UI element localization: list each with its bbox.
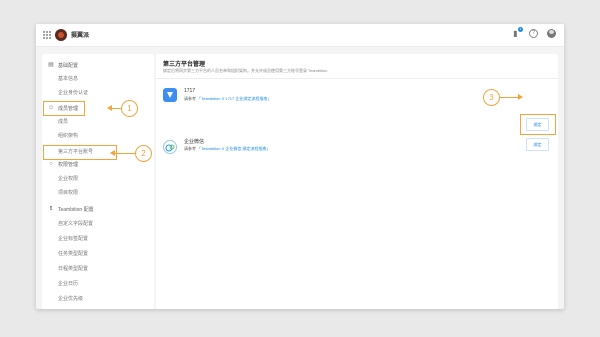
sidebar-item-project-permissions[interactable]: 项目权限 <box>58 189 78 196</box>
guide-link[interactable]: 「Teambition X 企业微信 绑定流程指南」 <box>197 146 270 151</box>
platform-guide: 请参考 「Teambition X 1717 企业绑定流程指南」 <box>184 96 271 102</box>
lock-icon: ○ <box>49 161 53 167</box>
sidebar: ▤ 基础配置 基本信息 企业身份认证 ☺ 成员管理 成员 组织架构 第三方平台账… <box>42 54 154 309</box>
sidebar-item-priority[interactable]: 企业优先级 <box>58 295 83 302</box>
1717-icon <box>163 88 177 102</box>
callout-arrowhead-2 <box>110 150 115 156</box>
sidebar-section-label: 权限管理 <box>58 162 79 168</box>
sidebar-item-event-types[interactable]: 日程类型配置 <box>58 265 88 272</box>
bind-button-1717[interactable]: 绑定 <box>526 118 549 131</box>
page-title: 第三方平台管理 <box>163 62 206 68</box>
sidebar-section-label: Teambition 配置 <box>58 207 94 213</box>
sidebar-item-custom-fields[interactable]: 自定义字段配置 <box>58 220 93 227</box>
callout-3: 3 <box>483 89 500 106</box>
teambition-icon: t <box>50 206 52 212</box>
org-logo <box>55 29 67 41</box>
wechat-work-icon <box>163 140 177 154</box>
app-grid-icon[interactable] <box>43 31 51 39</box>
user-avatar[interactable] <box>547 29 556 38</box>
guide-link[interactable]: 「Teambition X 1717 企业绑定流程指南」 <box>197 96 271 101</box>
sidebar-section-permissions[interactable]: ○ 权限管理 <box>42 159 154 171</box>
sidebar-item-task-types[interactable]: 任务类型配置 <box>58 250 88 257</box>
platform-guide: 请参考 「Teambition X 企业微信 绑定流程指南」 <box>184 146 270 152</box>
platform-row-wechat-work: 企业微信 请参考 「Teambition X 企业微信 绑定流程指南」 <box>156 136 558 156</box>
building-icon: ▤ <box>48 62 54 68</box>
sidebar-item-calendar[interactable]: 企业日历 <box>58 280 78 287</box>
help-icon[interactable]: ? <box>529 29 538 38</box>
callout-1: 1 <box>121 100 138 117</box>
org-name[interactable]: 摄翼派 <box>71 30 89 39</box>
platform-name: 企业微信 <box>184 139 205 145</box>
user-icon: ☺ <box>48 105 55 111</box>
top-right-actions: ▮ 3 ? <box>511 27 556 38</box>
sidebar-item-third-party[interactable]: 第三方平台账号 <box>58 148 93 155</box>
guide-prefix: 请参考 <box>184 96 196 101</box>
sidebar-item-verification[interactable]: 企业身份认证 <box>58 89 88 96</box>
sidebar-item-members[interactable]: 成员 <box>58 118 68 125</box>
sidebar-section-teambition[interactable]: t Teambition 配置 <box>42 204 154 216</box>
sidebar-section-basic[interactable]: ▤ 基础配置 <box>42 60 154 72</box>
callout-2: 2 <box>135 145 152 162</box>
platform-name: 1717 <box>184 88 196 94</box>
sidebar-item-basic-info[interactable]: 基本信息 <box>58 75 78 82</box>
sidebar-item-org-structure[interactable]: 组织架构 <box>58 132 78 139</box>
app-window: 摄翼派 ▮ 3 ? ▤ 基础配置 基本信息 企业身份认证 ☺ 成员管理 成员 组织… <box>36 24 564 309</box>
callout-arrow-3 <box>500 97 519 98</box>
notification-badge: 3 <box>518 27 523 32</box>
divider <box>156 78 558 79</box>
sidebar-item-org-permissions[interactable]: 企业权限 <box>58 175 78 182</box>
guide-prefix: 请参考 <box>184 146 196 151</box>
page-description: 绑定后将同步第三方平台的人员名单和组织架构，并允许成员使用第三方账号登录 Tea… <box>163 68 328 73</box>
top-bar: 摄翼派 ▮ 3 ? <box>36 24 564 47</box>
bind-button-wechat-work[interactable]: 绑定 <box>526 138 549 151</box>
notification-icon[interactable]: ▮ 3 <box>511 27 523 38</box>
sidebar-item-tags[interactable]: 企业标签配置 <box>58 235 88 242</box>
sidebar-section-label: 基础配置 <box>58 63 79 69</box>
callout-arrow-2 <box>113 153 135 154</box>
callout-arrowhead-3 <box>518 94 523 100</box>
callout-arrowhead-1 <box>107 105 112 111</box>
sidebar-section-label: 成员管理 <box>58 106 79 112</box>
